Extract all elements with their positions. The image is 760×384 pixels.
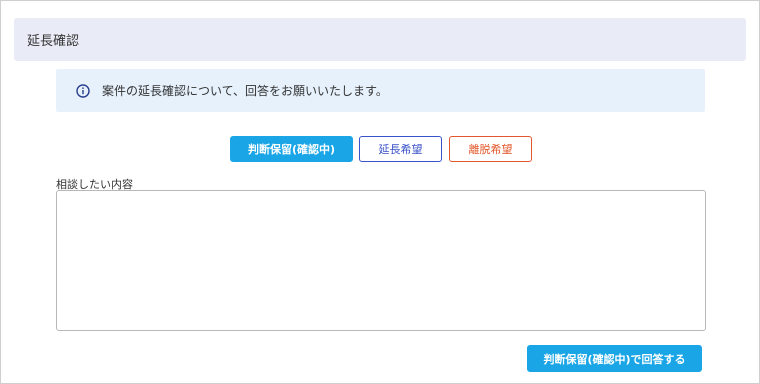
submit-button[interactable]: 判断保留(確認中)で回答する — [527, 345, 702, 372]
notice-text: 案件の延長確認について、回答をお願いいたします。 — [102, 84, 388, 98]
info-notice: 案件の延長確認について、回答をお願いいたします。 — [56, 69, 705, 112]
page-title: 延長確認 — [27, 34, 80, 49]
submit-button-label: 判断保留(確認中)で回答する — [543, 352, 686, 366]
dialog-frame: 延長確認 案件の延長確認について、回答をお願いいたします。 判断保留(確認中) … — [0, 0, 760, 384]
leave-button-label: 離脱希望 — [468, 143, 513, 156]
info-icon — [76, 83, 90, 98]
hold-button[interactable]: 判断保留(確認中) — [230, 136, 353, 162]
consult-textarea[interactable] — [56, 190, 706, 331]
extend-button[interactable]: 延長希望 — [359, 136, 442, 162]
leave-button[interactable]: 離脱希望 — [449, 136, 532, 162]
hold-button-label: 判断保留(確認中) — [247, 143, 336, 156]
extend-button-label: 延長希望 — [378, 143, 423, 156]
page-header: 延長確認 — [14, 18, 746, 61]
